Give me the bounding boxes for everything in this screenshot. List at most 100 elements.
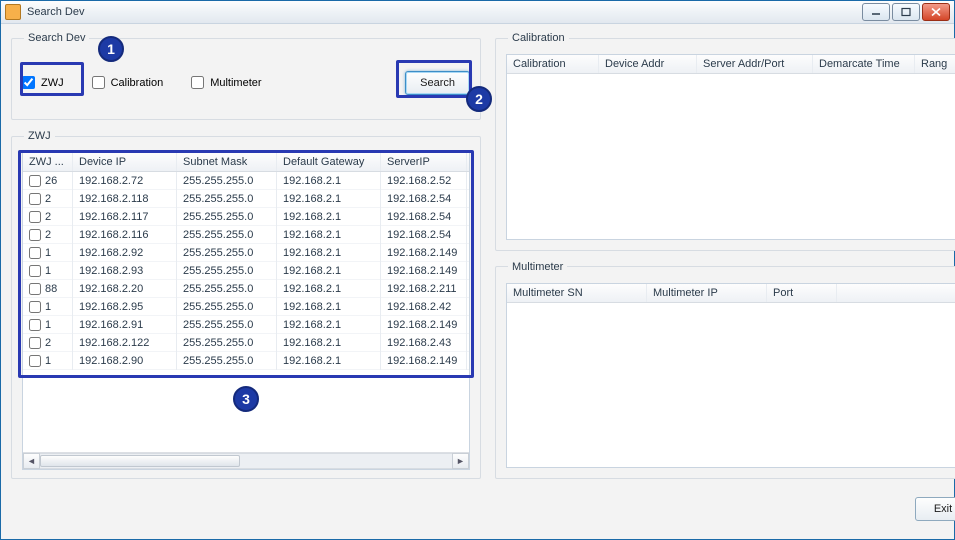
- cell-subnet-mask: 255.255.255.0: [177, 334, 277, 352]
- table-row[interactable]: 2192.168.2.122255.255.255.0192.168.2.119…: [23, 334, 469, 352]
- zwj-checkbox[interactable]: [22, 76, 35, 89]
- cell-zwj: 1: [45, 265, 51, 277]
- row-checkbox[interactable]: [29, 211, 41, 223]
- multimeter-checkbox-wrap[interactable]: Multimeter: [191, 76, 261, 89]
- calibration-table-header: Calibration Device Addr Server Addr/Port…: [507, 55, 955, 74]
- search-button[interactable]: Search: [405, 71, 470, 95]
- multimeter-table: Multimeter SN Multimeter IP Port: [506, 283, 955, 469]
- cell-device-ip: 192.168.2.116: [73, 226, 177, 244]
- cell-zwj: 1: [45, 301, 51, 313]
- cell-server-ip: 192.168.2.54: [381, 190, 467, 208]
- search-dev-legend: Search Dev: [24, 32, 89, 44]
- app-window: Search Dev Search Dev ZWJ: [0, 0, 955, 540]
- cell-zwj: 1: [45, 247, 51, 259]
- right-column: Calibration Calibration Device Addr Serv…: [495, 32, 955, 479]
- maximize-icon: [900, 7, 912, 17]
- cell-gateway: 192.168.2.1: [277, 280, 381, 298]
- row-checkbox[interactable]: [29, 355, 41, 367]
- cell-device-ip: 192.168.2.91: [73, 316, 177, 334]
- client-area: Search Dev ZWJ Calibration Multimeter Se…: [1, 24, 954, 539]
- zwj-col-mask[interactable]: Subnet Mask: [177, 153, 277, 171]
- cal-col-calibration[interactable]: Calibration: [507, 55, 599, 73]
- table-row[interactable]: 88192.168.2.20255.255.255.0192.168.2.119…: [23, 280, 469, 298]
- calibration-checkbox[interactable]: [92, 76, 105, 89]
- cell-server-ip: 192.168.2.149: [381, 262, 467, 280]
- cell-gateway: 192.168.2.1: [277, 334, 381, 352]
- zwj-table: ZWJ ... Device IP Subnet Mask Default Ga…: [22, 152, 470, 470]
- table-row[interactable]: 2192.168.2.117255.255.255.0192.168.2.119…: [23, 208, 469, 226]
- cell-device-ip: 192.168.2.122: [73, 334, 177, 352]
- cell-subnet-mask: 255.255.255.0: [177, 226, 277, 244]
- row-checkbox[interactable]: [29, 175, 41, 187]
- row-checkbox[interactable]: [29, 193, 41, 205]
- cal-col-demarcate[interactable]: Demarcate Time: [813, 55, 915, 73]
- table-row[interactable]: 26192.168.2.72255.255.255.0192.168.2.119…: [23, 172, 469, 190]
- table-row[interactable]: 1192.168.2.95255.255.255.0192.168.2.1192…: [23, 298, 469, 316]
- cell-server-ip: 192.168.2.54: [381, 226, 467, 244]
- scroll-left-button[interactable]: ◄: [23, 453, 40, 469]
- cal-col-server-addr[interactable]: Server Addr/Port: [697, 55, 813, 73]
- cell-device-ip: 192.168.2.92: [73, 244, 177, 262]
- cell-subnet-mask: 255.255.255.0: [177, 316, 277, 334]
- row-checkbox[interactable]: [29, 265, 41, 277]
- row-checkbox[interactable]: [29, 337, 41, 349]
- row-checkbox[interactable]: [29, 283, 41, 295]
- row-checkbox[interactable]: [29, 229, 41, 241]
- cell-device-ip: 192.168.2.72: [73, 172, 177, 190]
- close-button[interactable]: [922, 3, 950, 21]
- mul-col-sn[interactable]: Multimeter SN: [507, 284, 647, 302]
- app-icon: [5, 4, 21, 20]
- multimeter-table-header: Multimeter SN Multimeter IP Port: [507, 284, 955, 303]
- maximize-button[interactable]: [892, 3, 920, 21]
- calibration-checkbox-wrap[interactable]: Calibration: [92, 76, 164, 89]
- cell-zwj: 2: [45, 211, 51, 223]
- scroll-right-button[interactable]: ►: [452, 453, 469, 469]
- zwj-col-server[interactable]: ServerIP: [381, 153, 467, 171]
- zwj-horizontal-scrollbar[interactable]: ◄ ►: [23, 452, 469, 469]
- multimeter-checkbox[interactable]: [191, 76, 204, 89]
- scroll-thumb[interactable]: [40, 455, 240, 467]
- close-icon: [930, 7, 942, 17]
- cell-device-ip: 192.168.2.93: [73, 262, 177, 280]
- table-row[interactable]: 2192.168.2.118255.255.255.0192.168.2.119…: [23, 190, 469, 208]
- cell-gateway: 192.168.2.1: [277, 208, 381, 226]
- zwj-checkbox-wrap[interactable]: ZWJ: [22, 76, 64, 89]
- zwj-col-ip[interactable]: Device IP: [73, 153, 177, 171]
- cell-gateway: 192.168.2.1: [277, 352, 381, 370]
- table-row[interactable]: 2192.168.2.116255.255.255.0192.168.2.119…: [23, 226, 469, 244]
- cal-col-rang[interactable]: Rang: [915, 55, 955, 73]
- exit-button[interactable]: Exit: [915, 497, 955, 521]
- minimize-button[interactable]: [862, 3, 890, 21]
- table-row[interactable]: 1192.168.2.92255.255.255.0192.168.2.1192…: [23, 244, 469, 262]
- mul-col-blank[interactable]: [837, 284, 955, 302]
- cell-gateway: 192.168.2.1: [277, 316, 381, 334]
- calibration-legend: Calibration: [508, 32, 569, 44]
- table-row[interactable]: 1192.168.2.93255.255.255.0192.168.2.1192…: [23, 262, 469, 280]
- zwj-col-gateway[interactable]: Default Gateway: [277, 153, 381, 171]
- cell-zwj: 88: [45, 283, 57, 295]
- calibration-table-body: [507, 74, 955, 239]
- multimeter-group: Multimeter Multimeter SN Multimeter IP P…: [495, 261, 955, 480]
- row-checkbox[interactable]: [29, 319, 41, 331]
- mul-col-ip[interactable]: Multimeter IP: [647, 284, 767, 302]
- cell-gateway: 192.168.2.1: [277, 298, 381, 316]
- table-row[interactable]: 1192.168.2.90255.255.255.0192.168.2.1192…: [23, 352, 469, 370]
- table-row[interactable]: 1 192.168.2.91255.255.255.0192.168.2.1192…: [23, 316, 469, 334]
- row-checkbox[interactable]: [29, 247, 41, 259]
- zwj-table-body: 26192.168.2.72255.255.255.0192.168.2.119…: [23, 172, 469, 452]
- zwj-table-header: ZWJ ... Device IP Subnet Mask Default Ga…: [23, 153, 469, 172]
- mul-col-port[interactable]: Port: [767, 284, 837, 302]
- cell-zwj: 1: [45, 355, 51, 367]
- cal-col-device-addr[interactable]: Device Addr: [599, 55, 697, 73]
- cell-zwj: 2: [45, 193, 51, 205]
- cell-server-ip: 192.168.2.149: [381, 316, 467, 334]
- window-title: Search Dev: [27, 6, 84, 18]
- row-checkbox[interactable]: [29, 301, 41, 313]
- cell-server-ip: 192.168.2.149: [381, 244, 467, 262]
- scroll-track[interactable]: [40, 453, 452, 469]
- zwj-col-zwj[interactable]: ZWJ ...: [23, 153, 73, 171]
- cell-device-ip: 192.168.2.117: [73, 208, 177, 226]
- cell-gateway: 192.168.2.1: [277, 226, 381, 244]
- cell-subnet-mask: 255.255.255.0: [177, 280, 277, 298]
- cell-zwj: 1: [45, 319, 51, 331]
